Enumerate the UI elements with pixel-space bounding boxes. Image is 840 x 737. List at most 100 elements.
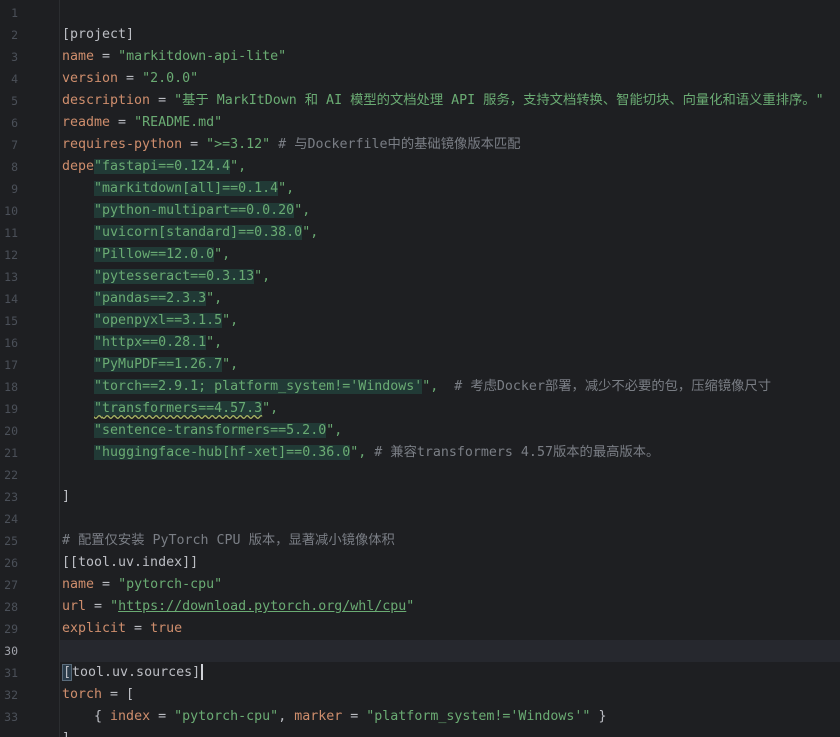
line-number[interactable]: 15 (0, 310, 18, 332)
dep-tail: ", (230, 159, 247, 174)
close-bracket: ] (62, 728, 70, 737)
line-number[interactable]: 6 (0, 112, 18, 134)
code-line-33[interactable]: ] (60, 706, 840, 737)
code-line-31[interactable]: torch = [ (60, 662, 840, 702)
dep-name: Pillow== (102, 247, 167, 262)
dep-name: PyMuPDF== (102, 357, 175, 372)
line-number[interactable]: 32 (0, 684, 18, 706)
line-number[interactable]: 17 (0, 354, 18, 376)
dep-version: 4.57.3 (214, 401, 263, 416)
dep-tail: ", (326, 423, 343, 438)
dep-tail: ", (214, 247, 231, 262)
line-number[interactable]: 30 (0, 640, 18, 662)
dep-version: 2.9.1; platform_system!='Windows' (158, 379, 423, 394)
code-line-22[interactable]: ] (60, 464, 840, 504)
line-number[interactable]: 13 (0, 266, 18, 288)
line-number[interactable]: 20 (0, 420, 18, 442)
code-line-26[interactable]: name = "pytorch-cpu" (60, 552, 840, 592)
dep-tail: ", (278, 181, 295, 196)
code-line-14[interactable]: "pandas==2.3.3", (60, 288, 840, 310)
code-line-19[interactable]: "transformers==4.57.3", (60, 398, 840, 420)
line-number[interactable]: 11 (0, 222, 18, 244)
comment: # 兼容transformers 4.57版本的最高版本。 (366, 445, 660, 460)
code-line-8[interactable]: "fastapi==0.124.4", (60, 156, 840, 178)
dep-version: 0.1.4 (238, 181, 279, 196)
line-number[interactable]: 26 (0, 552, 18, 574)
code-line-15[interactable]: "openpyxl==3.1.5", (60, 310, 840, 332)
dep-name: python-multipart== (102, 203, 247, 218)
line-number[interactable]: 27 (0, 574, 18, 596)
dep-tail: ", (302, 225, 319, 240)
code-line-4[interactable]: description = "基于 MarkItDown 和 AI 模型的文档处… (60, 68, 840, 108)
line-number[interactable]: 22 (0, 464, 18, 486)
line-number[interactable]: 28 (0, 596, 18, 618)
line-number[interactable]: 10 (0, 200, 18, 222)
line-number[interactable]: 19 (0, 398, 18, 420)
dep-tail: ", (350, 445, 367, 460)
dep-tail: ", (254, 269, 271, 284)
code-line-5[interactable]: readme = "README.md" (60, 90, 840, 130)
dep-version: 2.3.3 (166, 291, 207, 306)
line-number[interactable]: 2 (0, 24, 18, 46)
line-number[interactable]: 24 (0, 508, 18, 530)
line-number[interactable]: 12 (0, 244, 18, 266)
code-line-3[interactable]: version = "2.0.0" (60, 46, 840, 86)
dep-version: 0.36.0 (302, 445, 351, 460)
code-line-13[interactable]: "pytesseract==0.3.13", (60, 266, 840, 288)
code-line-11[interactable]: "uvicorn[standard]==0.38.0", (60, 222, 840, 244)
line-number[interactable]: 33 (0, 706, 18, 728)
line-number[interactable]: 18 (0, 376, 18, 398)
line-number[interactable]: 1 (0, 2, 18, 24)
line-number[interactable]: 8 (0, 156, 18, 178)
code-line-29[interactable] (60, 618, 840, 640)
dep-tail: ", (222, 313, 239, 328)
dep-name: huggingface-hub[hf-xet]== (102, 445, 303, 460)
line-number[interactable]: 23 (0, 486, 18, 508)
line-number[interactable]: 31 (0, 662, 18, 684)
line-number[interactable]: 21 (0, 442, 18, 464)
code-line-9[interactable]: "markitdown[all]==0.1.4", (60, 178, 840, 200)
dep-name: torch== (102, 379, 159, 394)
dep-version: 0.0.20 (246, 203, 295, 218)
dep-name: openpyxl== (102, 313, 183, 328)
line-number[interactable]: 7 (0, 134, 18, 156)
line-number[interactable]: 3 (0, 46, 18, 68)
code-line-12[interactable]: "Pillow==12.0.0", (60, 244, 840, 266)
code-line-18[interactable]: "torch==2.9.1; platform_system!='Windows… (60, 376, 840, 398)
code-line-32[interactable]: { index = "pytorch-cpu", marker = "platf… (60, 684, 840, 724)
code-line-25[interactable]: [[tool.uv.index]] (60, 530, 840, 570)
code-line-10[interactable]: "python-multipart==0.0.20", (60, 200, 840, 222)
dep-version: 12.0.0 (166, 247, 215, 262)
line-number[interactable]: 4 (0, 68, 18, 90)
dep-tail: ", (422, 379, 439, 394)
dep-name: pytesseract== (102, 269, 207, 284)
code-line-23[interactable] (60, 486, 840, 508)
code-line-27[interactable]: url = "https://download.pytorch.org/whl/… (60, 574, 840, 614)
dep-name: httpx== (102, 335, 159, 350)
code-line-16[interactable]: "httpx==0.28.1", (60, 332, 840, 354)
code-line-17[interactable]: "PyMuPDF==1.26.7", (60, 354, 840, 376)
dep-tail: ", (294, 203, 311, 218)
line-number[interactable]: 9 (0, 178, 18, 200)
code-line-6[interactable]: requires-python = ">=3.12" # 与Dockerfile… (60, 112, 840, 152)
dep-name: uvicorn[standard]== (102, 225, 255, 240)
code-area[interactable]: [project] name = "markitdown-api-lite" v… (60, 0, 840, 737)
line-number[interactable]: 29 (0, 618, 18, 640)
code-line-2[interactable]: name = "markitdown-api-lite" (60, 24, 840, 64)
line-number[interactable]: 16 (0, 332, 18, 354)
code-line-20[interactable]: "sentence-transformers==5.2.0", (60, 420, 840, 442)
dep-name: pandas== (102, 291, 167, 306)
code-line-21[interactable]: "huggingface-hub[hf-xet]==0.36.0", # 兼容t… (60, 442, 840, 464)
code-line-24[interactable]: # 配置仅安装 PyTorch CPU 版本，显著减小镜像体积 (60, 508, 840, 548)
code-line-7[interactable]: dependencies = [ (60, 134, 840, 174)
line-number-gutter[interactable]: 1 2 3 4 5 6 7 8 9 10 11 12 13 14 15 16 17 18 19 20 21 22 23 24 2… (0, 0, 60, 737)
code-editor[interactable]: 1 2 3 4 5 6 7 8 9 10 11 12 13 14 15 16 17 18 19 20 21 22 23 24 2… (0, 0, 840, 737)
line-number[interactable]: 14 (0, 288, 18, 310)
code-line-30-current[interactable]: [tool.uv.sources] (60, 640, 840, 681)
line-number[interactable]: 25 (0, 530, 18, 552)
dep-name: fastapi== (102, 159, 175, 174)
code-line-28[interactable]: explicit = true (60, 596, 840, 636)
dep-tail: ", (206, 335, 223, 350)
line-number[interactable]: 5 (0, 90, 18, 112)
code-line-1[interactable]: [project] (60, 2, 840, 42)
